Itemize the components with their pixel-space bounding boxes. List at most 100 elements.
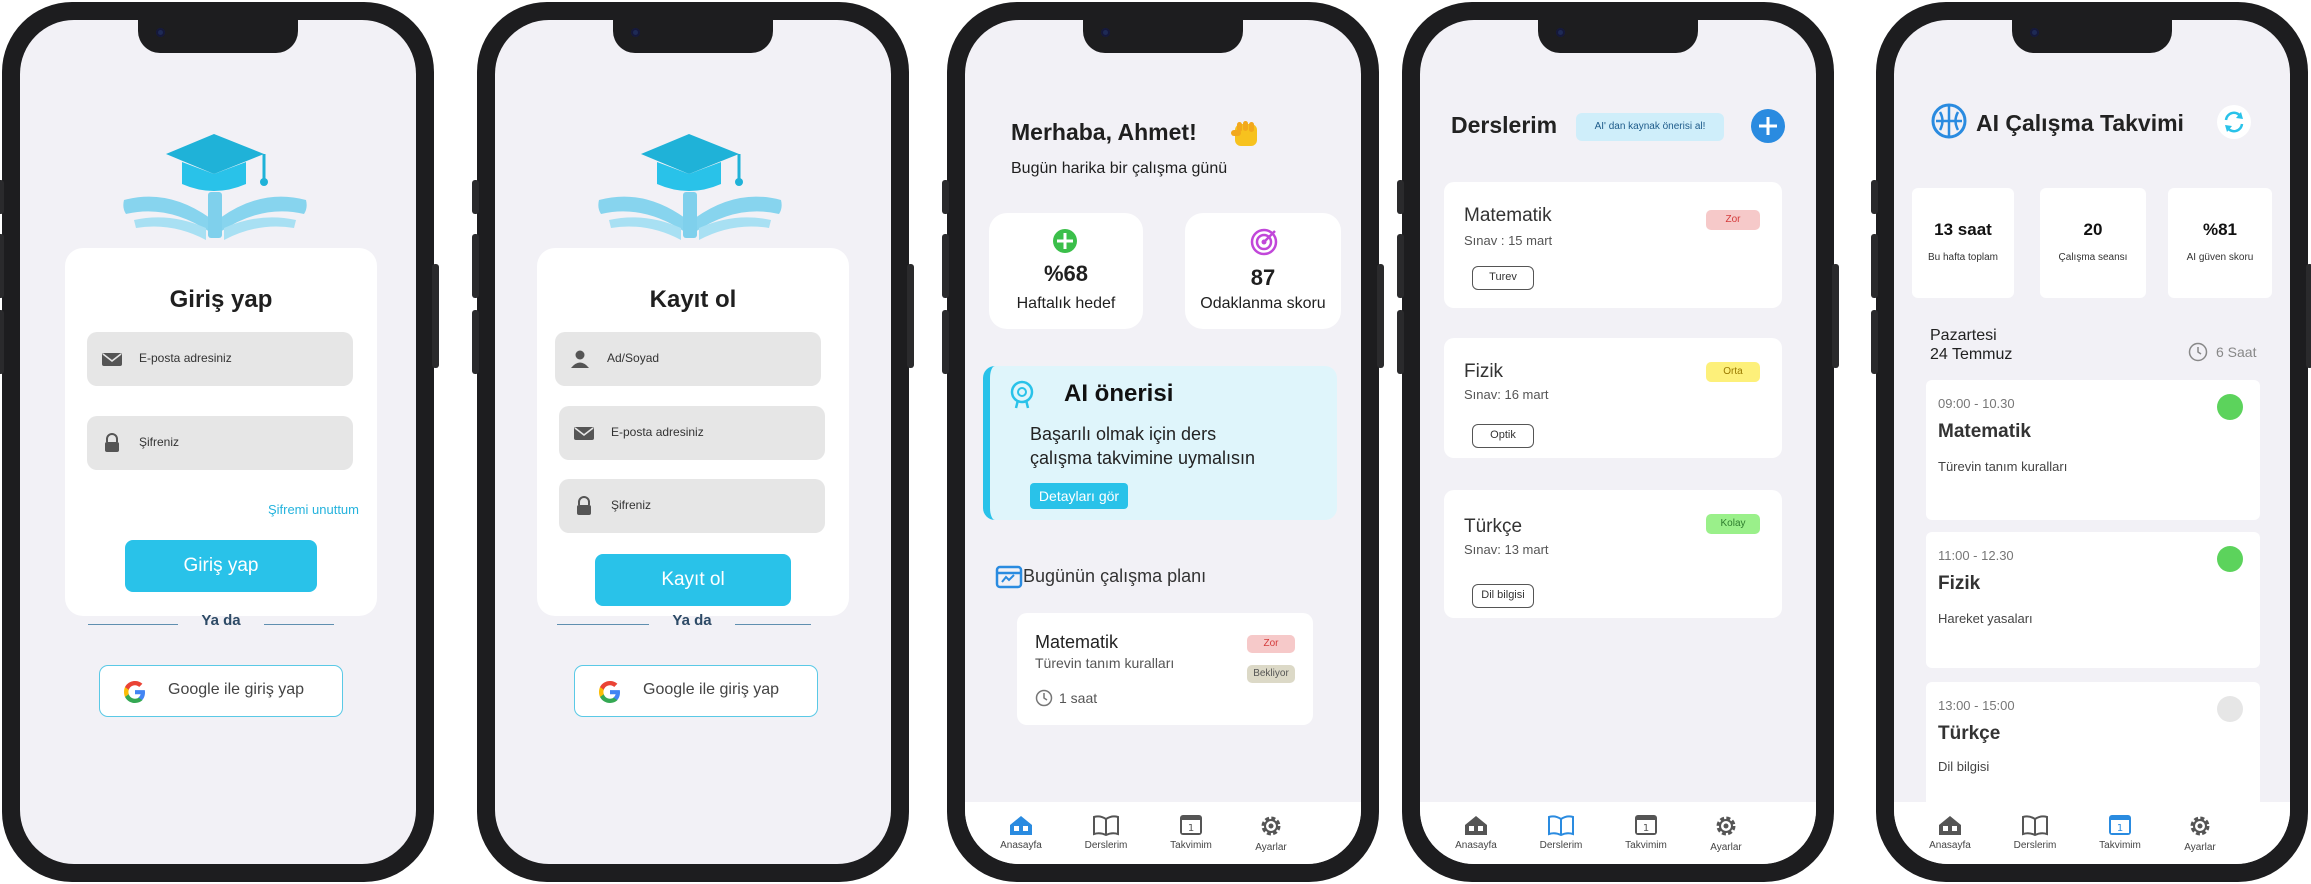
google-login-button[interactable]: Google ile giriş yap (574, 665, 818, 717)
nav-home-label: Anasayfa (1455, 840, 1497, 851)
ai-source-button[interactable]: AI' dan kaynak önerisi al! (1576, 113, 1724, 141)
user-icon (571, 350, 589, 368)
add-course-button[interactable] (1750, 108, 1786, 144)
volume-up-button (472, 234, 479, 298)
session-time: 09:00 - 10.30 (1938, 396, 2015, 411)
divider-right (264, 624, 334, 625)
session-card[interactable]: 13:00 - 15:00 Türkçe Dil bilgisi (1926, 682, 2260, 812)
register-button[interactable]: Kayıt ol (595, 554, 791, 606)
phone-login: Giriş yap E-posta adresiniz Şifreniz Şif… (0, 2, 439, 882)
home-icon (1939, 816, 1961, 835)
nav-courses[interactable]: Derslerim (2005, 814, 2065, 851)
register-screen: Kayıt ol Ad/Soyad E-posta adresiniz Şifr… (495, 20, 891, 864)
status-dot-done[interactable] (2217, 394, 2243, 420)
nav-courses-label: Derslerim (1539, 840, 1583, 851)
power-button (1377, 264, 1384, 368)
course-exam-date: Sınav: 13 mart (1464, 542, 1549, 557)
calendar-screen: AI Çalışma Takvimi 13 saat Bu hafta topl… (1894, 20, 2290, 864)
power-button (432, 264, 439, 368)
courses-screen: Derslerim AI' dan kaynak önerisi al! Mat… (1420, 20, 1816, 864)
google-login-button[interactable]: Google ile giriş yap (99, 665, 343, 717)
clock-icon (1035, 689, 1053, 707)
graduation-book-logo-icon (598, 134, 782, 240)
page-title: AI Çalışma Takvimi (1976, 110, 2184, 136)
session-time: 13:00 - 15:00 (1938, 698, 2015, 713)
course-card-matematik[interactable]: Matematik Sınav : 15 mart Zor Turev (1444, 182, 1782, 308)
plan-item-card[interactable]: Matematik Türevin tanım kuralları Zor Be… (1017, 613, 1313, 725)
page-title: Derslerim (1451, 112, 1558, 138)
book-icon (1548, 815, 1574, 836)
session-card[interactable]: 11:00 - 12.30 Fizik Hareket yasaları (1926, 532, 2260, 668)
status-dot-pending[interactable] (2217, 696, 2243, 722)
nav-home[interactable]: Anasayfa (1920, 814, 1980, 851)
bottom-nav: Anasayfa Derslerim 1 Takvimim Ayarlar (965, 802, 1361, 864)
day-name: Pazartesi (1930, 327, 1997, 344)
lock-icon (577, 496, 591, 515)
graduation-book-logo-icon (123, 134, 307, 240)
nav-calendar[interactable]: 1 Takvimim (2090, 814, 2150, 851)
nav-courses-label: Derslerim (2013, 840, 2057, 851)
nav-settings[interactable]: Ayarlar (1241, 814, 1301, 853)
email-field[interactable]: E-posta adresiniz (559, 406, 825, 460)
nav-settings-label: Ayarlar (1710, 842, 1742, 853)
course-name: Fizik (1464, 361, 1504, 382)
page-title: Giriş yap (169, 286, 273, 313)
stat-label: Bu hafta toplam (1927, 252, 1999, 263)
course-card-fizik[interactable]: Fizik Sınav: 16 mart Orta Optik (1444, 338, 1782, 458)
home-screen: Merhaba, Ahmet! Bugün harika bir çalışma… (965, 20, 1361, 864)
course-name: Türkçe (1464, 516, 1523, 537)
course-card-turkce[interactable]: Türkçe Sınav: 13 mart Kolay Dil bilgisi (1444, 490, 1782, 618)
login-button[interactable]: Giriş yap (125, 540, 317, 592)
stat-value: 20 (2083, 220, 2103, 239)
weekly-goal-card: %68 Haftalık hedef (989, 213, 1143, 329)
clock-icon (2188, 342, 2208, 362)
plan-calendar-icon (995, 565, 1023, 589)
email-field[interactable]: E-posta adresiniz (87, 332, 353, 386)
calendar-icon: 1 (1180, 815, 1202, 835)
nav-courses[interactable]: Derslerim (1531, 814, 1591, 851)
session-subject: Fizik (1938, 573, 1981, 594)
login-screen: Giriş yap E-posta adresiniz Şifreniz Şif… (20, 20, 416, 864)
course-name: Matematik (1464, 205, 1552, 226)
fist-emoji-icon (1231, 121, 1257, 146)
notch (1083, 20, 1243, 53)
nav-home-label: Anasayfa (1000, 840, 1042, 851)
refresh-button[interactable] (2216, 104, 2252, 140)
password-field[interactable]: Şifreniz (559, 479, 825, 533)
nav-home[interactable]: Anasayfa (991, 814, 1051, 851)
weekly-goal-label: Haftalık hedef (1016, 295, 1116, 312)
topic-chip[interactable]: Optik (1472, 424, 1534, 448)
nav-calendar[interactable]: 1 Takvimim (1616, 814, 1676, 851)
nav-settings[interactable]: Ayarlar (2170, 814, 2230, 853)
lock-icon (105, 433, 119, 452)
name-field[interactable]: Ad/Soyad (555, 332, 821, 386)
gear-icon (1716, 816, 1736, 836)
status-dot-done[interactable] (2217, 546, 2243, 572)
google-login-label: Google ile giriş yap (643, 681, 780, 698)
weekly-goal-value: %68 (1043, 261, 1089, 286)
nav-settings[interactable]: Ayarlar (1696, 814, 1756, 853)
forgot-password-link[interactable]: Şifremi unuttum (268, 502, 359, 517)
volume-up-button (1397, 234, 1404, 298)
topic-chip[interactable]: Turev (1472, 266, 1534, 290)
divider-left (88, 624, 178, 625)
session-topic: Hareket yasaları (1938, 611, 2033, 626)
notch (138, 20, 298, 53)
mute-switch (942, 180, 949, 214)
session-time: 11:00 - 12.30 (1938, 548, 2014, 563)
nav-courses[interactable]: Derslerim (1076, 814, 1136, 851)
day-date: 24 Temmuz (1930, 346, 2013, 363)
topic-chip[interactable]: Dil bilgisi (1472, 584, 1534, 608)
nav-calendar-label: Takvimim (1625, 840, 1667, 851)
book-icon (2022, 815, 2048, 836)
phone-register: Kayıt ol Ad/Soyad E-posta adresiniz Şifr… (472, 2, 914, 882)
mute-switch (1397, 180, 1404, 214)
notch (1538, 20, 1698, 53)
nav-home[interactable]: Anasayfa (1446, 814, 1506, 851)
password-field[interactable]: Şifreniz (87, 416, 353, 470)
details-button[interactable]: Detayları gör (1030, 483, 1128, 509)
volume-up-button (0, 234, 4, 298)
session-card[interactable]: 09:00 - 10.30 Matematik Türevin tanım ku… (1926, 380, 2260, 520)
nav-calendar[interactable]: 1 Takvimim (1161, 814, 1221, 851)
phone-calendar: AI Çalışma Takvimi 13 saat Bu hafta topl… (1871, 2, 2311, 882)
